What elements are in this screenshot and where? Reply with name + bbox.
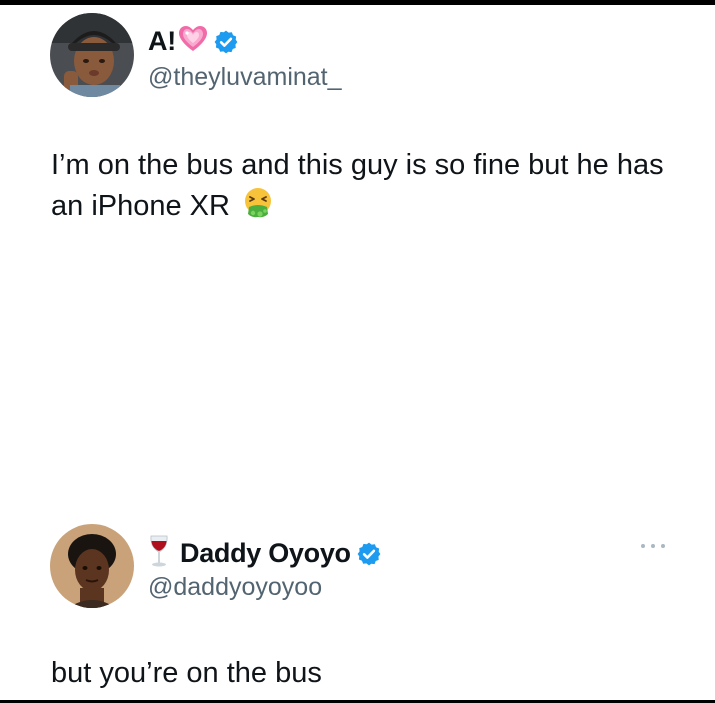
- author-handle[interactable]: @theyluvaminat_: [148, 63, 342, 92]
- verified-badge-icon: [356, 541, 382, 567]
- more-dot: [641, 544, 645, 548]
- more-dot: [661, 544, 665, 548]
- display-name[interactable]: A!: [148, 26, 176, 57]
- avatar-image: [50, 524, 134, 608]
- heart-icon: [178, 25, 208, 58]
- avatar[interactable]: [50, 13, 134, 97]
- screenshot-frame: A! @theyluvaminat_ I’m on the bus and th…: [0, 0, 715, 703]
- wine-glass-icon: [148, 535, 170, 572]
- avatar[interactable]: [50, 524, 134, 608]
- more-options-icon[interactable]: [641, 539, 665, 553]
- author-handle[interactable]: @daddyoyoyoo: [148, 573, 322, 602]
- tweet-text: but you’re on the bus: [51, 653, 671, 694]
- tweet-text-content: I’m on the bus and this guy is so fine b…: [51, 149, 664, 222]
- avatar-image: [50, 13, 134, 97]
- tweet-text: I’m on the bus and this guy is so fine b…: [51, 145, 671, 227]
- vomiting-face-icon: [242, 187, 274, 219]
- verified-badge-icon: [213, 29, 239, 55]
- tweet-text-content: but you’re on the bus: [51, 657, 322, 689]
- more-dot: [651, 544, 655, 548]
- author-name-row[interactable]: Daddy Oyoyo: [148, 535, 382, 572]
- author-name-row[interactable]: A!: [148, 25, 239, 58]
- display-name[interactable]: Daddy Oyoyo: [180, 538, 351, 569]
